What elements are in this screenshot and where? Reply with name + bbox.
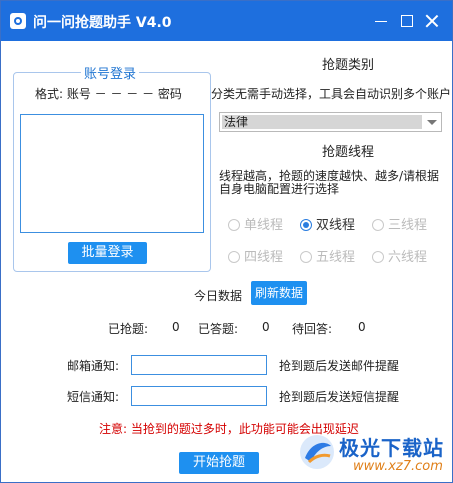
refresh-data-button[interactable]: 刷新数据 (251, 281, 307, 305)
sms-notify-desc: 抢到题后发送短信提醒 (279, 390, 400, 404)
radio-circle-icon (228, 251, 240, 263)
watermark-name: 极光下载站 (339, 436, 444, 460)
account-list-textarea[interactable] (20, 114, 204, 233)
email-notify-desc: 抢到题后发送邮件提醒 (279, 359, 400, 373)
email-notify-label: 邮箱通知: (67, 359, 120, 373)
sms-notify-label: 短信通知: (67, 390, 120, 404)
radio-six-thread[interactable]: 六线程 (372, 246, 427, 265)
category-select[interactable]: 法律 (219, 112, 442, 132)
answered-label: 已答题: (198, 322, 239, 336)
category-heading: 抢题类别 (322, 58, 375, 73)
window-title: 问一问抢题助手 V4.0 (33, 15, 172, 31)
minimize-button[interactable] (371, 11, 391, 31)
threads-heading: 抢题线程 (322, 145, 375, 160)
pending-label: 待回答: (292, 322, 333, 336)
radio-double-thread[interactable]: 双线程 (300, 214, 355, 233)
watermark-url: www.xz7.com (353, 459, 443, 474)
maximize-button[interactable] (397, 11, 417, 31)
chevron-down-icon (427, 120, 437, 125)
radio-selected-icon (300, 219, 312, 231)
sms-field[interactable] (131, 386, 267, 406)
email-field[interactable] (131, 355, 267, 375)
account-login-title: 账号登录 (81, 63, 140, 82)
close-button[interactable] (422, 11, 442, 31)
title-bar: 问一问抢题助手 V4.0 (1, 1, 452, 41)
radio-triple-thread[interactable]: 三线程 (372, 214, 427, 233)
radio-single-thread[interactable]: 单线程 (228, 214, 283, 233)
batch-login-button[interactable]: 批量登录 (68, 242, 147, 264)
radio-circle-icon (372, 251, 384, 263)
radio-four-thread[interactable]: 四线程 (228, 246, 283, 265)
radio-circle-icon (300, 251, 312, 263)
app-icon (10, 13, 26, 29)
radio-circle-icon (372, 219, 384, 231)
radio-circle-icon (228, 219, 240, 231)
radio-five-thread[interactable]: 五线程 (300, 246, 355, 265)
grabbed-value: 0 (172, 320, 180, 334)
app-window: 问一问抢题助手 V4.0 账号登录 格式: 账号 － － － － 密码 批量登录… (0, 0, 453, 483)
watermark-logo-icon (300, 435, 334, 469)
start-button[interactable]: 开始抢题 (179, 452, 259, 474)
today-data-label: 今日数据 (194, 289, 243, 303)
category-hint: 分类无需手动选择，工具会自动识别多个账户 (211, 87, 452, 101)
threads-hint-line2: 自身电脑配置进行选择 (219, 182, 340, 196)
pending-value: 0 (358, 320, 366, 334)
answered-value: 0 (262, 320, 270, 334)
category-selected-value: 法律 (222, 115, 422, 129)
account-format-label: 格式: 账号 － － － － 密码 (35, 87, 182, 101)
grabbed-label: 已抢题: (108, 322, 149, 336)
